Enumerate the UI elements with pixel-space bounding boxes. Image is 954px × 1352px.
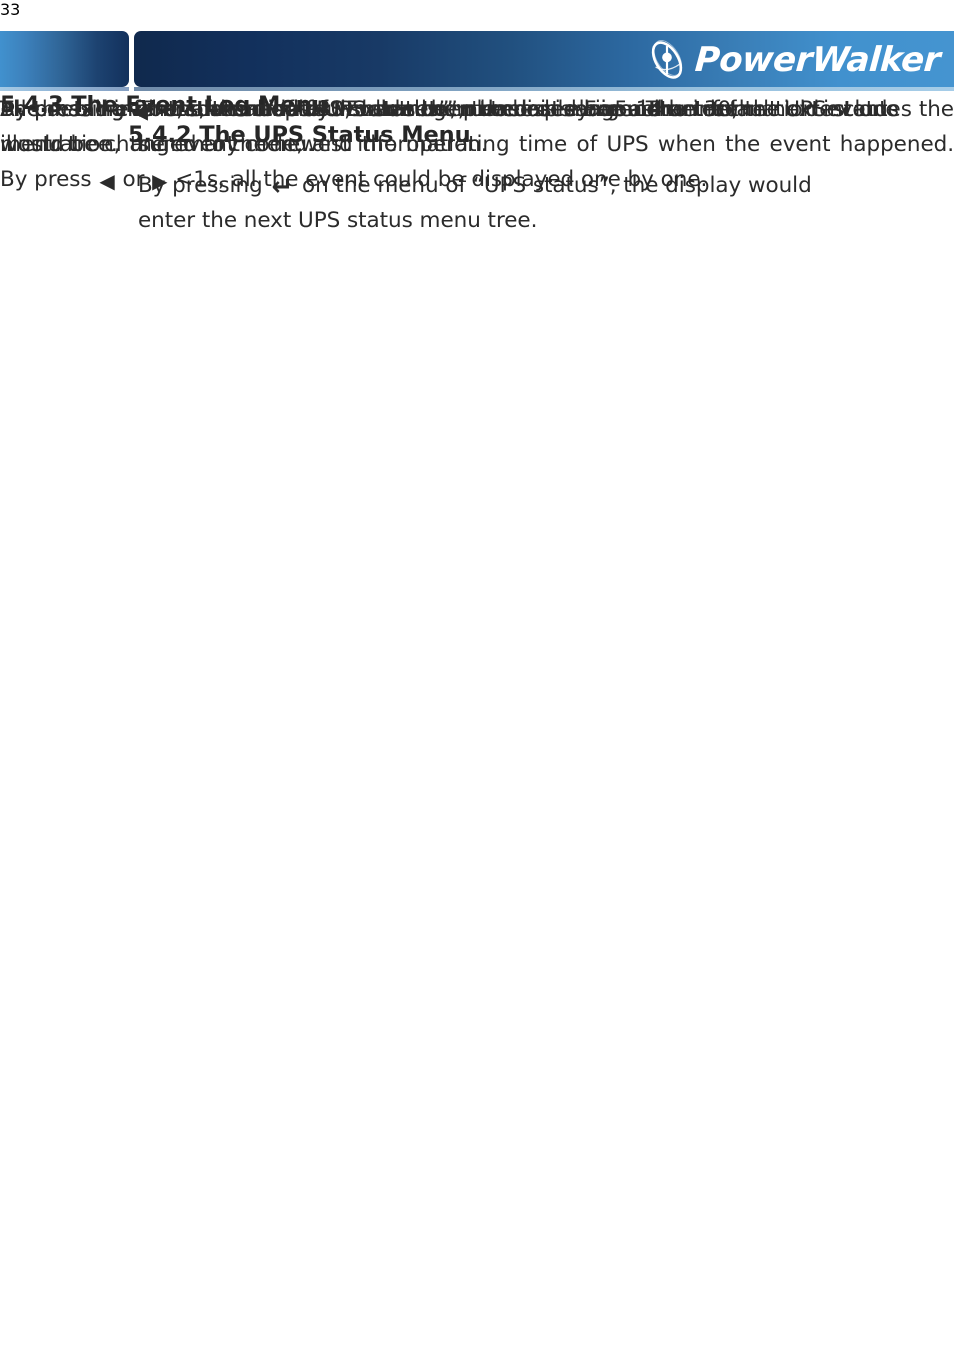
page-header: PowerWalker [0, 0, 954, 92]
paragraph-text: or [115, 167, 152, 192]
paragraph-543-4: By pressing ◀ >1s, the display would ret… [0, 97, 745, 123]
paragraph-text: By pressing [0, 97, 132, 122]
paragraph-text: <1s, all the event could be displayed on… [168, 167, 708, 192]
brand-logo: PowerWalker [645, 36, 942, 84]
header-bar-left [0, 31, 129, 91]
powerwalker-globe-icon [651, 40, 683, 79]
brand-logo-text: PowerWalker [693, 40, 942, 80]
paragraph-text: >1s, the display would return the last m… [148, 97, 745, 122]
